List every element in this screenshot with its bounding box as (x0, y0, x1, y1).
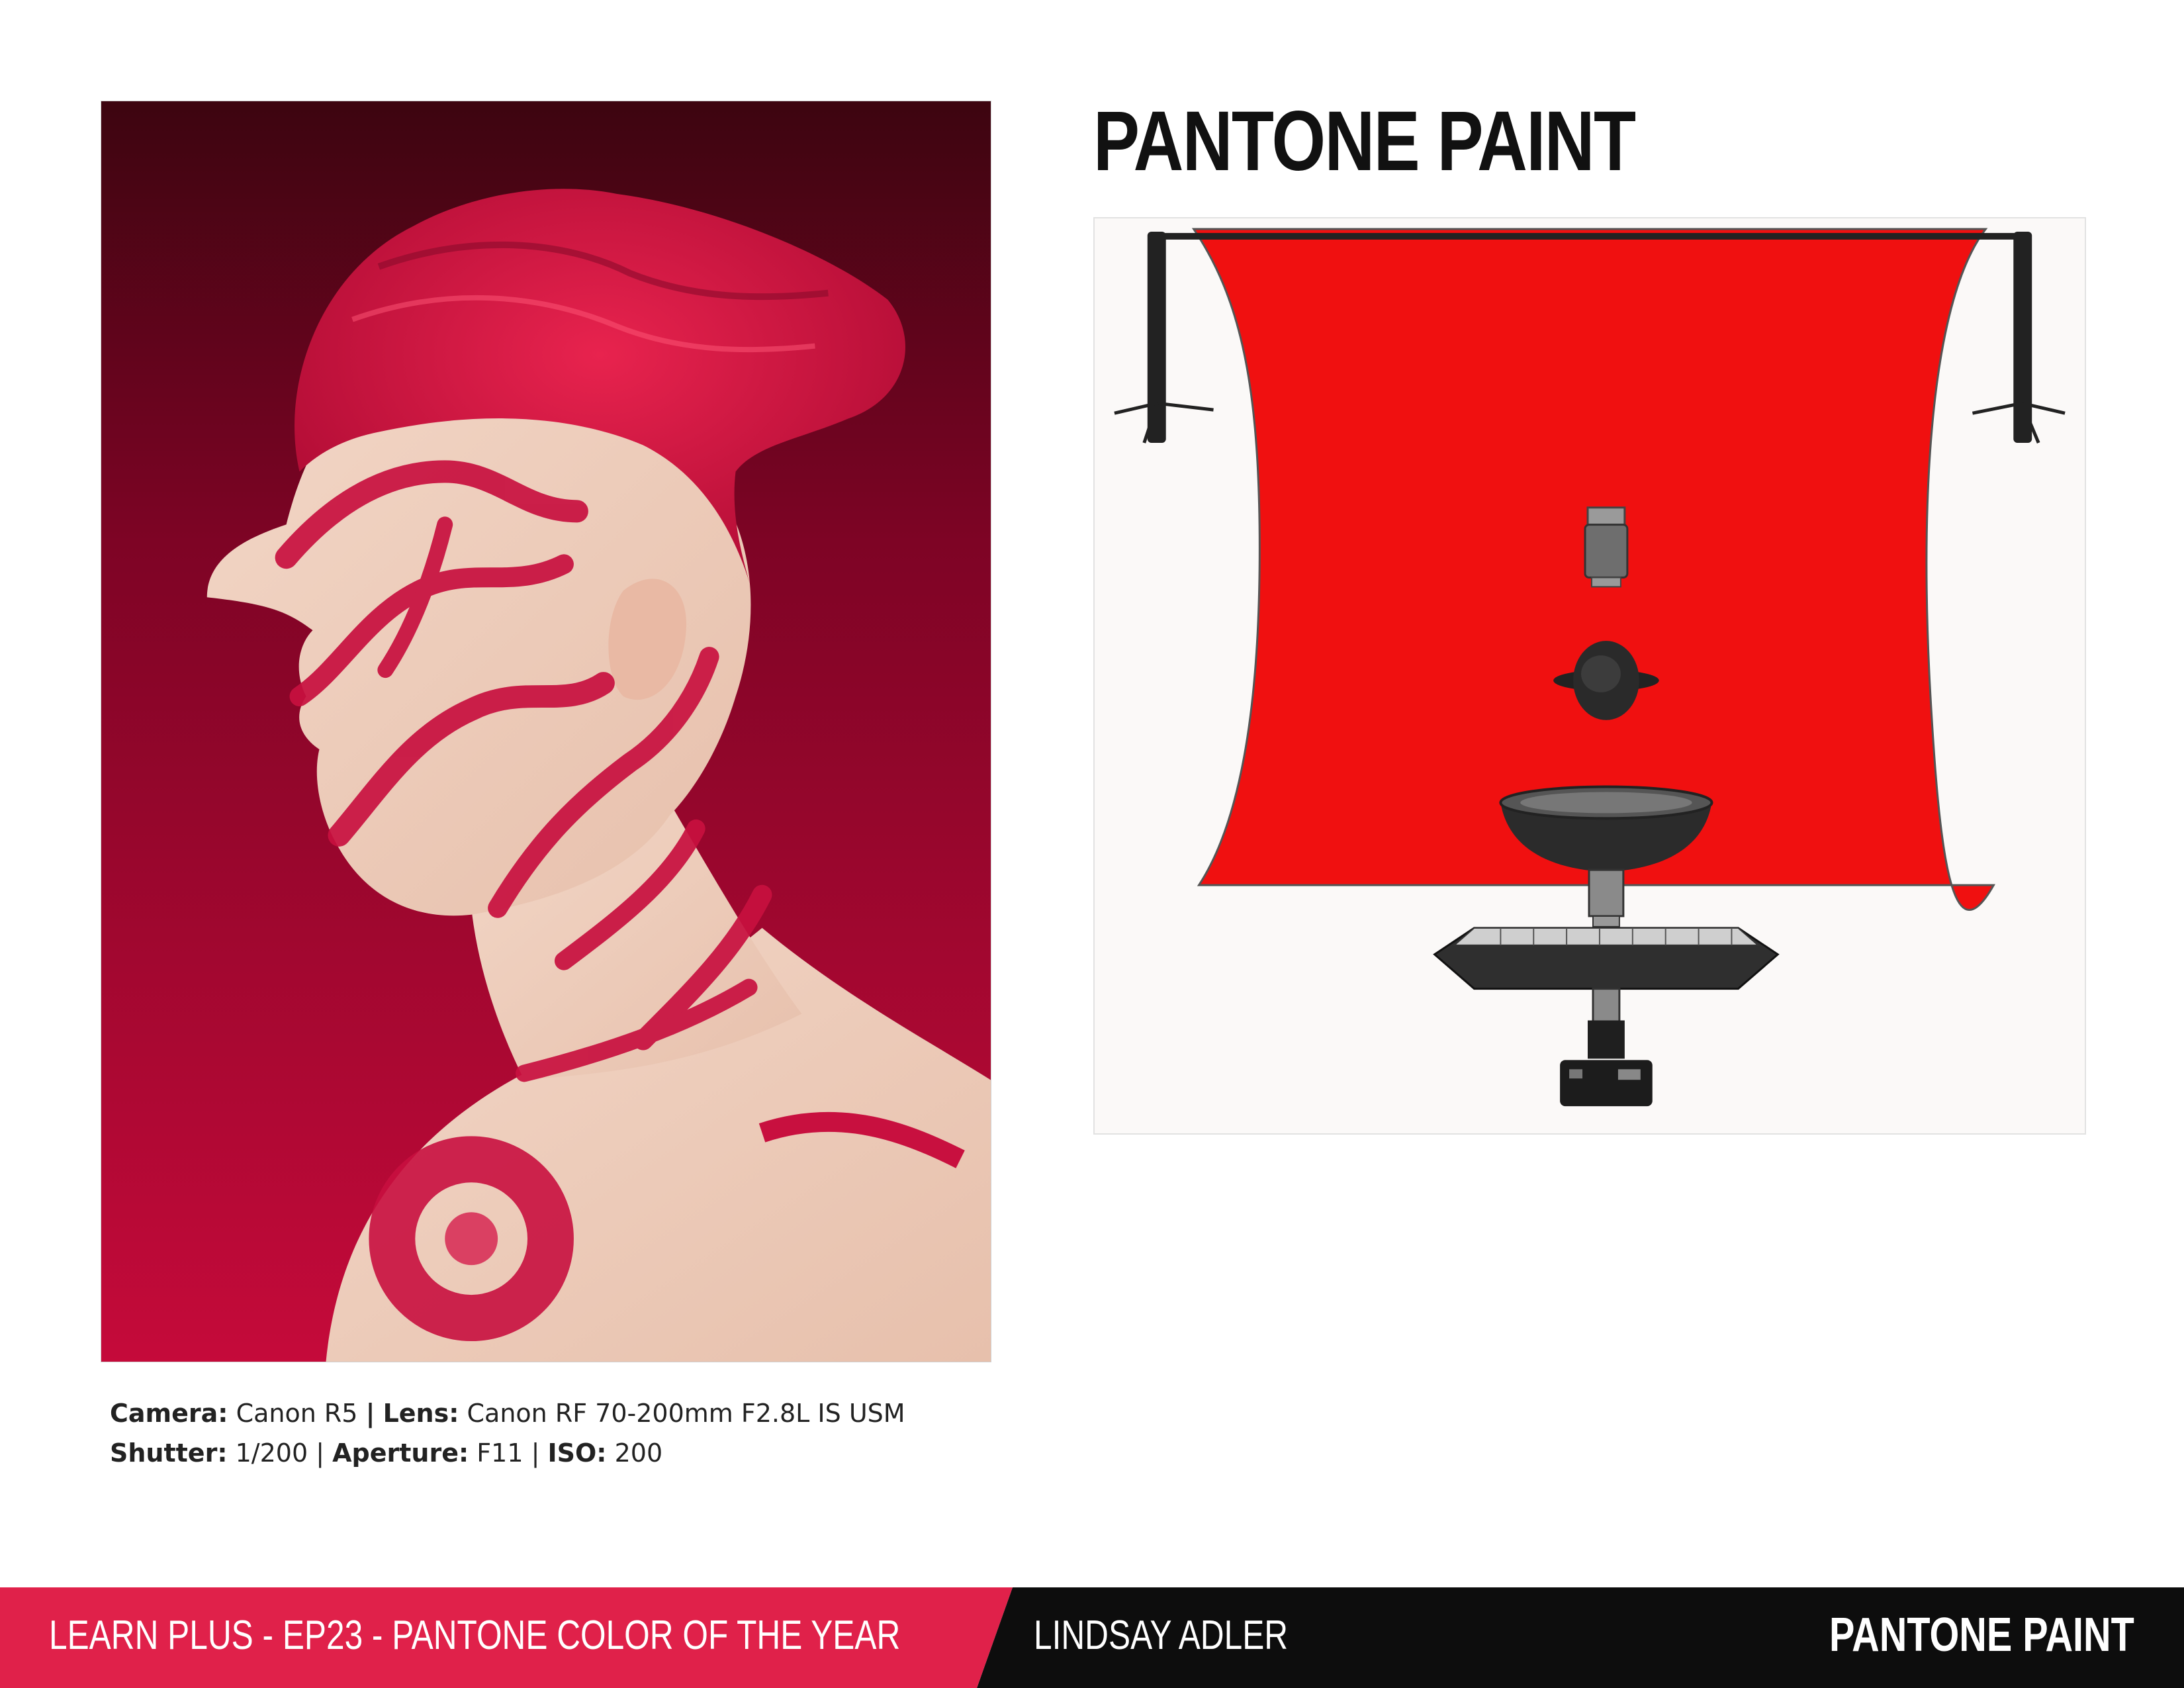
specs-line-2: Shutter: 1/200 | Aperture: F11 | ISO: 20… (110, 1433, 905, 1473)
shutter-value: 1/200 (235, 1438, 308, 1468)
iso-value: 200 (614, 1438, 663, 1468)
camera-value: Canon R5 (236, 1399, 358, 1428)
shutter-label: Shutter: (110, 1438, 228, 1468)
footer-series-title: LEARN PLUS - EP23 - PANTONE COLOR OF THE… (49, 1613, 901, 1658)
lens-label: Lens: (383, 1399, 459, 1428)
specs-separator: | (531, 1438, 540, 1468)
lighting-setup-illustration (1114, 228, 2066, 1107)
iso-label: ISO: (547, 1438, 607, 1468)
camera (1560, 1020, 1653, 1107)
camera-label: Camera: (110, 1399, 228, 1428)
specs-line-1: Camera: Canon R5 | Lens: Canon RF 70-200… (110, 1393, 905, 1433)
aperture-value: F11 (477, 1438, 523, 1468)
specs-separator: | (316, 1438, 325, 1468)
portrait-photo (101, 101, 991, 1362)
lens-value: Canon RF 70-200mm F2.8L IS USM (467, 1399, 905, 1428)
page-title: PANTONE PAINT (1093, 94, 1636, 189)
footer-bar: LEARN PLUS - EP23 - PANTONE COLOR OF THE… (0, 1587, 2184, 1688)
portrait-illustration (101, 101, 991, 1362)
lighting-diagram (1093, 217, 2086, 1135)
camera-specs: Camera: Canon R5 | Lens: Canon RF 70-200… (110, 1393, 905, 1473)
footer-brand: PANTONE PAINT (1829, 1609, 2134, 1662)
specs-separator: | (365, 1399, 375, 1428)
background-light (1584, 506, 1629, 588)
aperture-label: Aperture: (332, 1438, 469, 1468)
footer-author: LINDSAY ADLER (1034, 1613, 1289, 1658)
softbox (1433, 927, 1780, 1027)
